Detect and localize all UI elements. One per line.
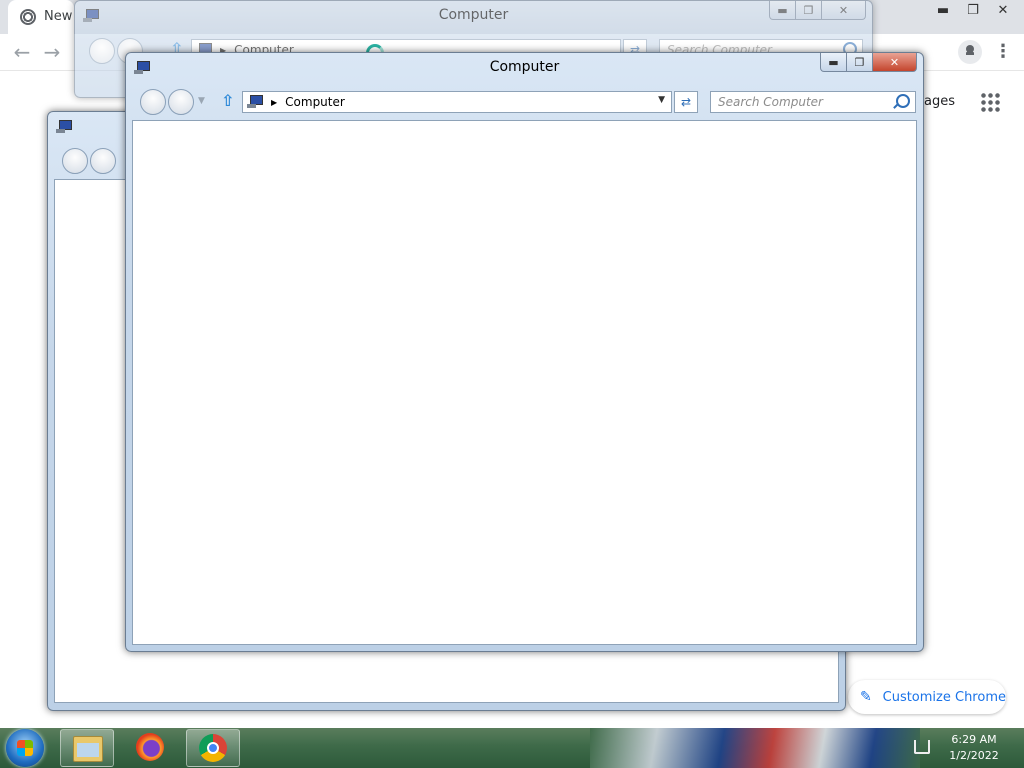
chrome-menu-icon[interactable]: ⋮ xyxy=(994,40,1012,64)
minimize-button[interactable]: ▬ xyxy=(820,53,847,72)
folder-icon xyxy=(73,736,103,762)
system-clock[interactable]: 6:29 AM 1/2/2022 xyxy=(944,732,1004,764)
recent-pages-dropdown-icon[interactable]: ▼ xyxy=(198,96,205,106)
clock-date: 1/2/2022 xyxy=(949,749,999,762)
maximize-button[interactable]: ❐ xyxy=(796,1,822,20)
taskbar-google-chrome[interactable] xyxy=(186,729,240,767)
refresh-icon[interactable]: ⇄ xyxy=(674,91,698,113)
chrome-restore-icon[interactable]: ❐ xyxy=(958,0,988,20)
taskbar: 6:29 AM 1/2/2022 xyxy=(0,728,1024,768)
chrome-favicon-icon xyxy=(20,9,36,25)
address-bar[interactable]: ▶ Computer ▼ xyxy=(242,91,672,113)
windows-logo-icon xyxy=(17,740,33,756)
chrome-window-controls: ▬ ❐ ✕ xyxy=(928,0,1018,20)
address-text: Computer xyxy=(285,95,345,109)
chrome-minimize-icon[interactable]: ▬ xyxy=(928,0,958,20)
chrome-profile-avatar-icon[interactable] xyxy=(958,40,982,64)
computer-icon xyxy=(247,95,263,109)
forward-arrow-icon[interactable] xyxy=(168,89,194,115)
clock-time: 6:29 AM xyxy=(951,733,997,746)
breadcrumb-arrow-icon[interactable]: ▶ xyxy=(271,98,277,107)
chrome-close-icon[interactable]: ✕ xyxy=(988,0,1018,20)
search-placeholder: Search Computer xyxy=(718,95,823,109)
chrome-tab-new-tab[interactable]: New xyxy=(8,0,74,34)
forward-arrow-icon[interactable] xyxy=(90,148,116,174)
chrome-forward-icon[interactable]: → xyxy=(40,40,64,64)
customize-chrome-label: Customize Chrome xyxy=(882,689,1006,705)
close-button[interactable]: ✕ xyxy=(822,1,866,20)
wallpaper-strip xyxy=(590,728,920,768)
taskbar-windows-explorer[interactable] xyxy=(60,729,114,767)
search-box[interactable]: Search Computer xyxy=(710,91,916,113)
window-controls: ▬ ❐ ✕ xyxy=(769,1,866,20)
explorer-content-pane[interactable] xyxy=(132,120,917,645)
start-button[interactable] xyxy=(6,729,44,767)
close-button[interactable]: ✕ xyxy=(873,53,917,72)
taskbar-firefox[interactable] xyxy=(124,729,176,765)
chrome-tab-label: New xyxy=(44,9,73,24)
window-title: Computer xyxy=(489,59,560,75)
back-arrow-icon[interactable] xyxy=(62,148,88,174)
window-controls: ▬ ❐ ✕ xyxy=(820,53,917,72)
search-icon[interactable] xyxy=(896,94,910,108)
maximize-button[interactable]: ❐ xyxy=(847,53,873,72)
network-icon[interactable] xyxy=(914,740,930,754)
chrome-apps-grid-icon[interactable] xyxy=(980,92,1000,112)
minimize-button[interactable]: ▬ xyxy=(769,1,796,20)
chrome-images-link[interactable]: ages xyxy=(924,94,955,109)
address-dropdown-icon[interactable]: ▼ xyxy=(658,95,665,105)
up-arrow-icon[interactable]: ⇧ xyxy=(221,91,234,110)
firefox-icon xyxy=(136,733,164,761)
customize-chrome-button[interactable]: ✎ Customize Chrome xyxy=(848,680,1006,714)
computer-icon xyxy=(56,120,72,134)
explorer-window-front[interactable]: Computer ▬ ❐ ✕ ▼ ⇧ ▶ Computer ▼ ⇄ Search… xyxy=(125,52,924,652)
chrome-icon xyxy=(199,734,227,762)
window-title: Computer xyxy=(438,7,509,23)
back-arrow-icon[interactable] xyxy=(89,38,115,64)
chrome-back-icon[interactable]: ← xyxy=(10,40,34,64)
pencil-icon: ✎ xyxy=(860,689,872,705)
back-arrow-icon[interactable] xyxy=(140,89,166,115)
